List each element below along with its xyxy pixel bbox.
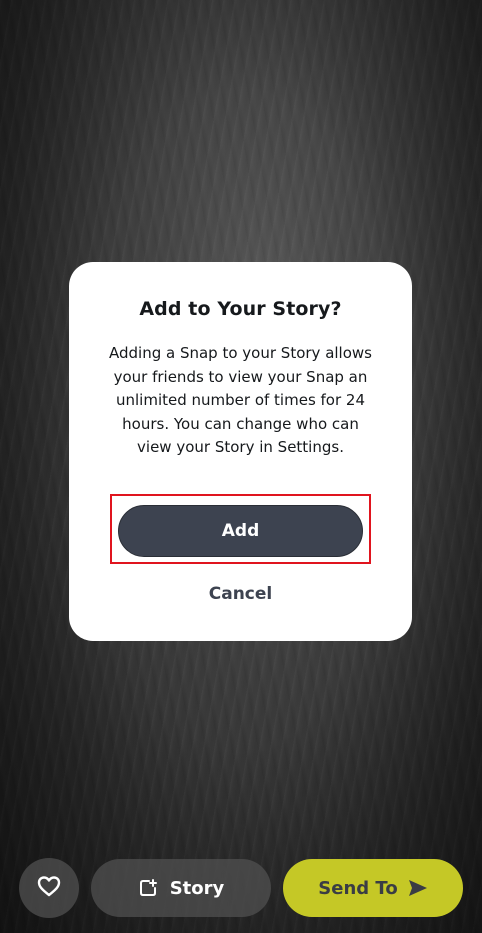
story-button[interactable]: Story <box>91 859 271 917</box>
send-to-label: Send To <box>318 877 398 899</box>
bottom-action-bar: Story Send To <box>0 858 482 920</box>
dialog-message: Adding a Snap to your Story allows your … <box>109 344 372 456</box>
send-arrow-icon <box>408 879 428 897</box>
story-button-label: Story <box>169 877 225 899</box>
heart-icon <box>37 875 61 901</box>
add-to-story-dialog: Add to Your Story? Adding a Snap to your… <box>69 262 412 641</box>
dialog-title: Add to Your Story? <box>139 298 342 320</box>
cancel-button[interactable]: Cancel <box>169 580 312 608</box>
add-button[interactable]: Add <box>118 505 363 557</box>
snap-preview-screen: Add to Your Story? Adding a Snap to your… <box>0 0 482 933</box>
send-to-button[interactable]: Send To <box>283 859 463 917</box>
add-story-icon <box>138 878 158 898</box>
favorite-button[interactable] <box>19 858 79 918</box>
